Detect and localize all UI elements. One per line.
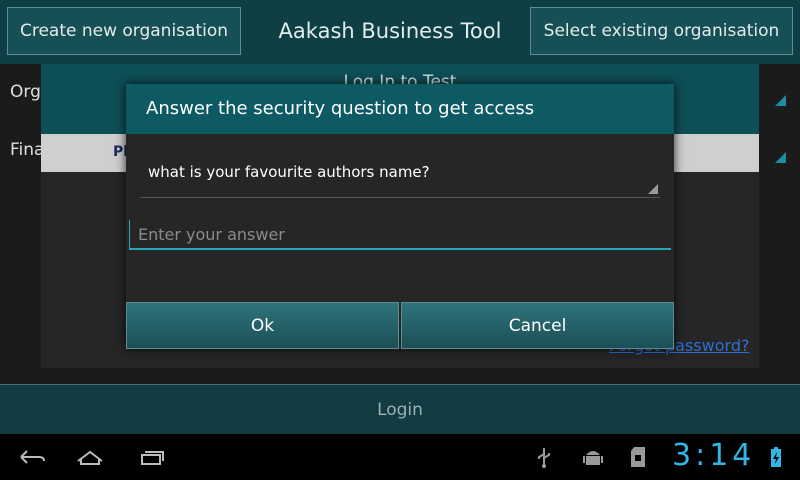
- back-icon[interactable]: [12, 434, 52, 480]
- security-question-text: what is your favourite authors name?: [148, 163, 430, 181]
- financial-year-label: Fina: [10, 140, 45, 160]
- home-icon[interactable]: [70, 434, 110, 480]
- clock: 3:14: [672, 438, 756, 473]
- financial-year-dropdown-icon[interactable]: [775, 152, 786, 163]
- security-dialog-header: Answer the security question to get acce…: [126, 84, 674, 134]
- system-navigation-bar: 3:14: [0, 434, 800, 480]
- security-answer-input[interactable]: [129, 220, 671, 250]
- android-debug-icon: [580, 434, 606, 480]
- spinner-arrow-icon: [648, 184, 658, 194]
- battery-charging-icon: [766, 434, 786, 480]
- security-dialog-title: Answer the security question to get acce…: [146, 98, 535, 119]
- cancel-button[interactable]: Cancel: [401, 302, 674, 349]
- organisation-dropdown-icon[interactable]: [775, 95, 786, 106]
- security-question-spinner[interactable]: what is your favourite authors name?: [140, 150, 660, 198]
- security-question-dialog: Answer the security question to get acce…: [126, 84, 674, 349]
- app-title: Aakash Business Tool: [278, 19, 502, 43]
- select-organisation-button[interactable]: Select existing organisation: [530, 7, 793, 55]
- app-header: Create new organisation Aakash Business …: [0, 0, 800, 64]
- usb-icon: [532, 434, 556, 480]
- recent-apps-icon[interactable]: [130, 434, 170, 480]
- sd-card-icon: [626, 434, 650, 480]
- ok-button[interactable]: Ok: [126, 302, 399, 349]
- create-organisation-button[interactable]: Create new organisation: [7, 7, 241, 55]
- login-button[interactable]: Login: [0, 384, 800, 434]
